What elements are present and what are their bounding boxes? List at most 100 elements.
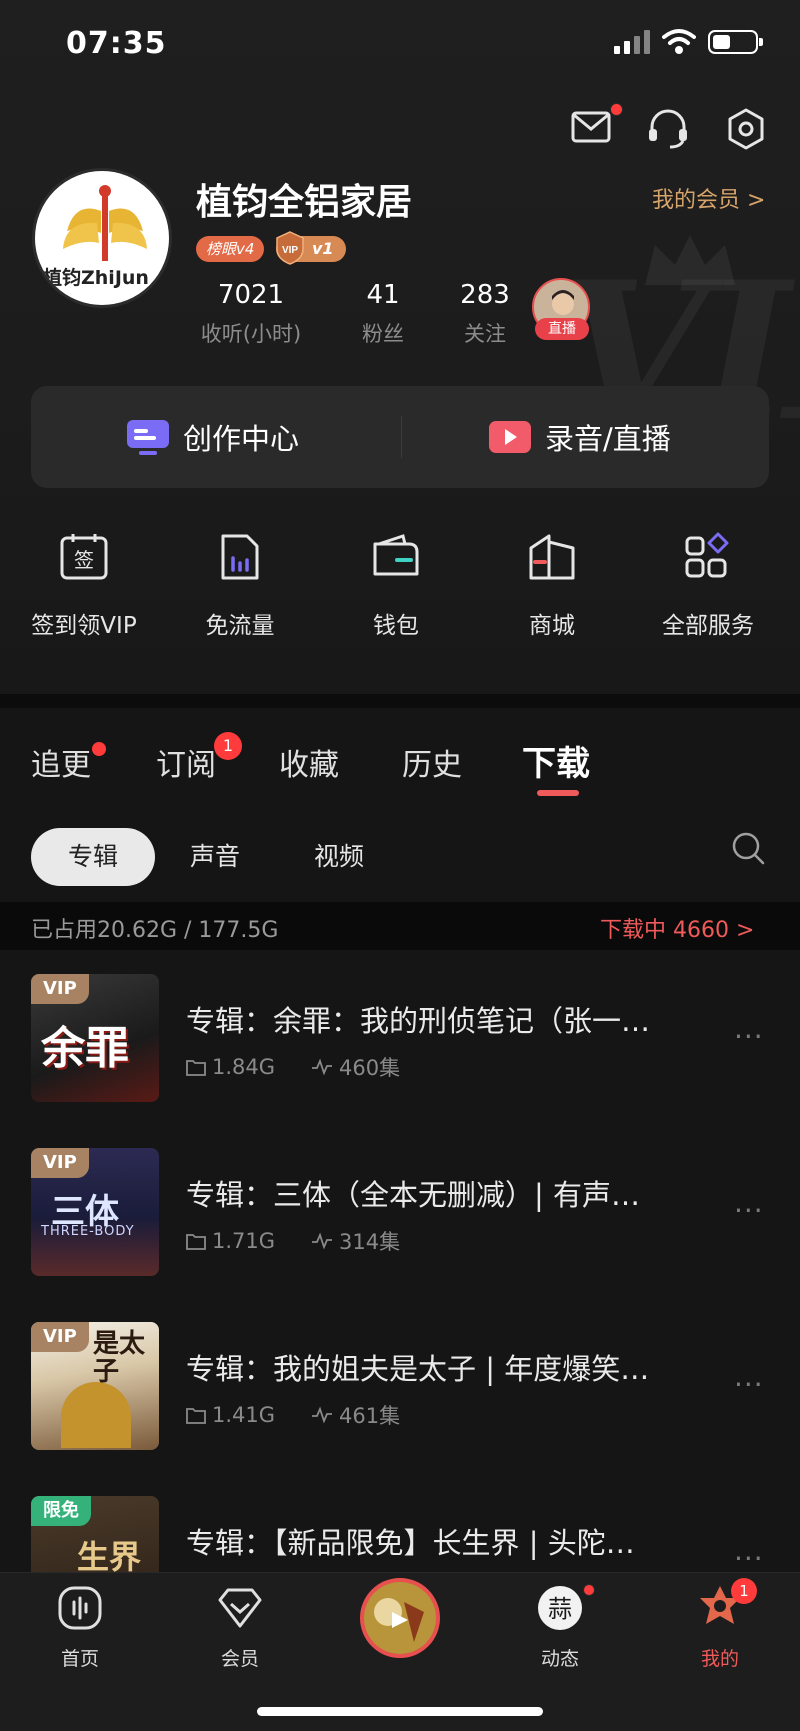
- chip-videos[interactable]: 视频: [314, 828, 364, 886]
- album-row[interactable]: 余罪 VIP 专辑：余罪：我的刑侦笔记（张一… 1.84G 460集 ···: [0, 968, 800, 1108]
- live-tag[interactable]: 直播: [535, 318, 589, 340]
- stat-value: 7021: [217, 280, 285, 310]
- episodes-icon: [312, 1058, 333, 1076]
- tab-downloads[interactable]: 下载: [522, 736, 590, 785]
- album-cover-text: 是太子: [93, 1329, 146, 1387]
- search-icon[interactable]: [730, 830, 766, 866]
- tab-subscriptions-badge: 1: [214, 732, 242, 760]
- now-playing-button[interactable]: [360, 1578, 440, 1658]
- record-live-icon: [489, 421, 531, 453]
- tab-follow-updates-dot: [92, 742, 106, 756]
- service-label: 签到领VIP: [31, 613, 137, 639]
- album-row[interactable]: 三体 THREE-BODY VIP 专辑：三体（全本无删减）| 有声… 1.71…: [0, 1142, 800, 1282]
- rank-badge[interactable]: 榜眼v4: [196, 236, 265, 262]
- album-cover: 余罪 VIP: [31, 974, 159, 1102]
- stat-label: 收听(小时): [200, 322, 302, 346]
- checkin-icon: 签: [60, 534, 108, 580]
- service-free-data[interactable]: 免流量: [175, 530, 305, 640]
- album-title: 专辑：余罪：我的刑侦笔记（张一…: [186, 1004, 651, 1038]
- creator-center-icon: [127, 420, 169, 455]
- mail-unread-dot: [610, 103, 623, 116]
- album-meta: 1.41G 461集: [186, 1400, 400, 1430]
- storage-used: 已占用20.62G / 177.5G: [31, 918, 279, 943]
- stat-listen-hours[interactable]: 7021 收听(小时): [196, 280, 306, 348]
- mail-icon[interactable]: [570, 105, 614, 149]
- more-options-button[interactable]: ···: [734, 1020, 764, 1053]
- profile-avatar[interactable]: 植钧ZhiJun: [32, 168, 172, 308]
- feed-unread-dot: [583, 1584, 595, 1596]
- headset-icon[interactable]: [644, 105, 692, 153]
- album-cover-text: 生界: [77, 1538, 142, 1572]
- vip-tag: VIP: [31, 974, 89, 1004]
- service-label: 商城: [529, 613, 575, 639]
- tab-history[interactable]: 历史: [402, 740, 462, 784]
- battery-icon: [708, 30, 763, 54]
- stat-followers[interactable]: 41 粉丝: [348, 280, 418, 348]
- now-playing-icon: [364, 1582, 436, 1654]
- more-options-button[interactable]: ···: [734, 1542, 764, 1572]
- chip-albums[interactable]: 专辑: [31, 828, 155, 886]
- vip-shield-icon: VIP: [276, 231, 304, 265]
- checkin-icon-glyph: 签: [74, 548, 94, 572]
- album-size: 1.71G: [212, 1229, 276, 1253]
- album-cover-subtext: THREE-BODY: [41, 1224, 135, 1239]
- album-row[interactable]: 生界 限免 专辑：【新品限免】长生界 | 头陀… ···: [0, 1490, 800, 1572]
- mall-icon: [529, 534, 575, 580]
- tab-follow-updates[interactable]: 追更: [31, 740, 91, 784]
- service-wallet[interactable]: 钱包: [331, 530, 461, 640]
- nav-label: 动态: [540, 1648, 579, 1670]
- downloading-link[interactable]: 下载中 4660 >: [600, 912, 754, 944]
- mine-badge: 1: [731, 1578, 757, 1604]
- album-episodes: 460集: [339, 1056, 401, 1080]
- more-options-button[interactable]: ···: [734, 1368, 764, 1401]
- album-episodes: 461集: [339, 1404, 401, 1428]
- service-label: 全部服务: [662, 613, 754, 639]
- nav-member[interactable]: 会员: [180, 1582, 300, 1671]
- episodes-icon: [312, 1406, 333, 1424]
- service-all[interactable]: 全部服务: [643, 530, 773, 640]
- tab-subscriptions[interactable]: 订阅: [156, 740, 216, 784]
- active-tab-indicator: [537, 790, 579, 796]
- nav-mine[interactable]: 我的: [660, 1582, 780, 1671]
- stat-value: 283: [460, 280, 510, 310]
- album-cover: 是太子 VIP: [31, 1322, 159, 1450]
- feed-icon-glyph: 蒜: [548, 1595, 572, 1623]
- feed-icon: 蒜: [538, 1586, 582, 1630]
- stat-value: 41: [366, 280, 400, 310]
- creator-actions-card: 创作中心 录音/直播: [31, 386, 769, 488]
- settings-icon[interactable]: [722, 105, 770, 153]
- username[interactable]: 植钧全铝家居: [196, 173, 412, 225]
- home-icon: [58, 1586, 102, 1630]
- album-cover: 三体 THREE-BODY VIP: [31, 1148, 159, 1276]
- album-row[interactable]: 是太子 VIP 专辑：我的姐夫是太子 | 年度爆笑… 1.41G 461集 ··…: [0, 1316, 800, 1456]
- album-size: 1.41G: [212, 1403, 276, 1427]
- creator-center-button[interactable]: 创作中心: [125, 386, 299, 488]
- crown-watermark-icon: [645, 235, 735, 285]
- record-live-label: 录音/直播: [545, 422, 671, 456]
- tab-favorites[interactable]: 收藏: [279, 740, 339, 784]
- nav-feed[interactable]: 蒜 动态: [500, 1582, 620, 1671]
- wallet-icon: [373, 534, 419, 576]
- album-episodes: 314集: [339, 1230, 401, 1254]
- nav-label: 我的: [700, 1648, 739, 1670]
- service-checkin-vip[interactable]: 签 签到领VIP: [19, 530, 149, 640]
- service-mall[interactable]: 商城: [487, 530, 617, 640]
- album-title: 专辑：我的姐夫是太子 | 年度爆笑…: [186, 1352, 650, 1386]
- member-icon: [218, 1588, 262, 1628]
- home-indicator: [257, 1707, 543, 1716]
- limited-free-tag: 限免: [31, 1496, 91, 1526]
- folder-icon: [186, 1060, 206, 1076]
- episodes-icon: [312, 1232, 333, 1250]
- chip-tracks[interactable]: 声音: [190, 828, 240, 886]
- more-options-button[interactable]: ···: [734, 1194, 764, 1227]
- folder-icon: [186, 1234, 206, 1250]
- nav-home[interactable]: 首页: [20, 1582, 140, 1671]
- album-meta: 1.84G 460集: [186, 1052, 400, 1082]
- record-live-button[interactable]: 录音/直播: [487, 386, 671, 488]
- free-data-icon: [221, 534, 259, 580]
- my-member-link[interactable]: 我的会员 >: [652, 182, 765, 214]
- status-time: 07:35: [66, 26, 167, 61]
- creator-center-label: 创作中心: [183, 422, 300, 456]
- stat-following[interactable]: 283 关注: [450, 280, 520, 348]
- album-title: 专辑：三体（全本无删减）| 有声…: [186, 1178, 640, 1212]
